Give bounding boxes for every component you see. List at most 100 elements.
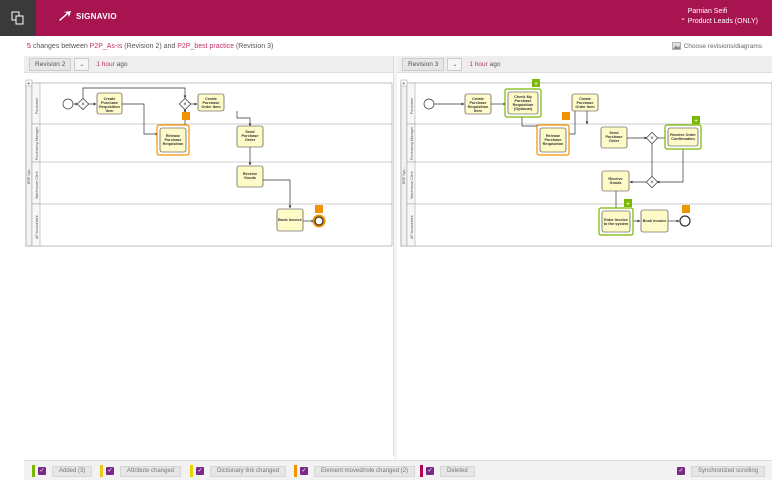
pool-header — [400, 82, 408, 247]
task-send-purchase-order[interactable]: Send Purchase Order — [236, 125, 264, 148]
task-receive-goods[interactable]: Receive Goods — [601, 170, 630, 192]
start-event[interactable] — [62, 98, 74, 110]
legend-deleted[interactable]: ✓ Deleted — [420, 465, 475, 477]
x-icon: × — [650, 136, 654, 142]
lane-label: Warehouse Clerk — [35, 171, 39, 199]
legend-bar: ✓ Added (3) ✓ Attribute changed ✓ Dictio… — [24, 460, 772, 480]
task-check-purchase-requisition[interactable]: Check My Purchase Requisition (Optional) — [504, 88, 542, 118]
legend-label: Deleted — [440, 465, 475, 477]
end-event[interactable] — [679, 215, 691, 227]
task-label: Confirmation — [671, 137, 695, 141]
task-label: Book Invoice — [278, 218, 302, 222]
checkbox-icon[interactable]: ✓ — [677, 467, 685, 475]
chevron-down-icon[interactable]: ⌄ — [74, 57, 90, 71]
task-book-invoice[interactable]: Book Invoice — [276, 208, 304, 232]
checkbox-icon[interactable]: ✓ — [196, 467, 204, 475]
checkbox-icon[interactable]: ✓ — [38, 467, 46, 475]
copy-icon — [11, 11, 24, 25]
app-switcher-button[interactable] — [0, 0, 36, 36]
task-create-purchase-requisition[interactable]: Create Purchase Requisition Item — [96, 92, 123, 115]
logo-text: SIGNAVIO — [76, 11, 117, 21]
left-diagram[interactable]: ERP Sys... + Purchaser Purchasing Manage… — [24, 74, 394, 256]
task-receive-order-confirmation[interactable]: Receive Order Confirmation — [664, 124, 702, 150]
legend-label: Element moved/role changed (2) — [314, 465, 416, 477]
task-label: (Optional) — [514, 107, 533, 111]
task-label: to the system — [604, 222, 629, 226]
summary-rev-a: (Revision 2) and — [122, 43, 178, 50]
lane-label: Purchaser — [410, 97, 414, 114]
task-release-purchase-requisition[interactable]: Release Purchase Requisition — [536, 124, 570, 156]
checkbox-icon[interactable]: ✓ — [426, 467, 434, 475]
task-label: Order — [609, 139, 620, 143]
right-revision-select[interactable]: Revision 3 — [402, 57, 445, 71]
task-label: Item — [106, 109, 114, 113]
task-label: Goods — [609, 181, 621, 185]
x-icon: × — [650, 180, 654, 186]
task-create-purchase-order[interactable]: Create Purchase Order Item — [197, 93, 225, 112]
lane-label: Purchaser — [35, 97, 39, 114]
legend-dictionary-link-changed[interactable]: ✓ Dictionary link changed — [190, 465, 287, 477]
task-enter-invoice[interactable]: Enter Invoice to the system — [598, 207, 634, 236]
legend-color-bar — [420, 465, 423, 477]
user-menu[interactable]: Parnian Seifi Product Leads (ONLY) — [688, 7, 758, 27]
legend-element-moved[interactable]: ✓ Element moved/role changed (2) — [294, 465, 416, 477]
signavio-logo[interactable]: SIGNAVIO — [58, 10, 117, 22]
task-create-purchase-requisition[interactable]: Create Purchase Requisition Item — [464, 93, 492, 115]
legend-color-bar — [190, 465, 193, 477]
diagram-b-link[interactable]: P2P_best practice — [177, 43, 234, 50]
x-icon: × — [183, 102, 187, 108]
user-role: Product Leads (ONLY) — [687, 18, 758, 25]
chevron-down-icon[interactable]: ⌄ — [680, 14, 686, 22]
pool-label: ERP Sys... — [402, 167, 406, 184]
lane-label: Warehouse Clerk — [410, 171, 414, 199]
legend-color-bar — [32, 465, 35, 477]
pool-label: ERP Sys... — [27, 167, 31, 184]
legend-attribute-changed[interactable]: ✓ Attribute changed — [100, 465, 182, 477]
legend-added[interactable]: ✓ Added (3) — [32, 465, 93, 477]
task-create-purchase-order[interactable]: Create Purchase Order Item — [571, 93, 599, 112]
task-release-purchase-requisition[interactable]: Release Purchase Requisition — [156, 124, 190, 156]
legend-label: Added (3) — [52, 465, 93, 477]
summary-rev-b: (Revision 3) — [234, 43, 274, 50]
right-diagram[interactable]: ERP Sys... + Purchaser Purchasing Manage… — [397, 74, 772, 256]
top-bar: SIGNAVIO ⌄ Parnian Seifi Product Leads (… — [0, 0, 772, 36]
left-time-suffix: ago — [114, 60, 128, 68]
choose-revisions-label: Choose revisions/diagrams — [683, 42, 762, 50]
summary-text-a: changes between — [30, 43, 90, 50]
change-badge-icon — [182, 112, 190, 120]
right-time-value: 1 hour — [469, 60, 488, 68]
change-summary: 5 changes between P2P_As-is (Revision 2)… — [27, 43, 273, 50]
pool-header — [25, 82, 33, 247]
legend-label: Synchronized scrolling — [691, 465, 766, 477]
left-revision-panel: Revision 2 ⌄ 1 hour ago ERP Sys... + Pur… — [24, 56, 394, 456]
task-send-purchase-order[interactable]: Send Purchase Order — [600, 126, 628, 149]
legend-color-bar — [100, 465, 103, 477]
right-revision-header: Revision 3 ⌄ 1 hour ago — [397, 56, 772, 73]
task-label: Book Invoice — [643, 219, 667, 223]
lane-label: AP Accountant — [35, 215, 39, 239]
task-label: Requisition — [543, 142, 564, 146]
change-badge-icon — [682, 205, 690, 213]
checkbox-icon[interactable]: ✓ — [300, 467, 308, 475]
legend-label: Dictionary link changed — [210, 465, 287, 477]
image-icon — [671, 42, 681, 50]
diagram-a-link[interactable]: P2P_As-is — [90, 43, 123, 50]
right-time-suffix: ago — [487, 60, 501, 68]
right-revision-time: 1 hour ago — [469, 61, 500, 68]
checkbox-icon[interactable]: ✓ — [106, 467, 114, 475]
choose-revisions-button[interactable]: Choose revisions/diagrams — [671, 42, 762, 50]
left-revision-select[interactable]: Revision 2 — [29, 57, 72, 71]
left-revision-header: Revision 2 ⌄ 1 hour ago — [24, 56, 393, 73]
synchronized-scrolling-toggle[interactable]: ✓ Synchronized scrolling — [674, 465, 766, 477]
plus-icon: + — [694, 118, 698, 125]
task-label: Order — [245, 138, 256, 142]
left-time-value: 1 hour — [96, 60, 115, 68]
chevron-down-icon[interactable]: ⌄ — [447, 57, 463, 71]
task-book-invoice[interactable]: Book Invoice — [640, 209, 669, 233]
plus-icon: + — [626, 201, 630, 208]
task-label: Item — [474, 109, 482, 113]
signavio-logo-icon — [59, 11, 71, 21]
lane-label: Purchasing Manager — [35, 126, 39, 160]
task-receive-goods[interactable]: Receive Goods — [236, 165, 264, 188]
start-event[interactable] — [423, 98, 435, 110]
